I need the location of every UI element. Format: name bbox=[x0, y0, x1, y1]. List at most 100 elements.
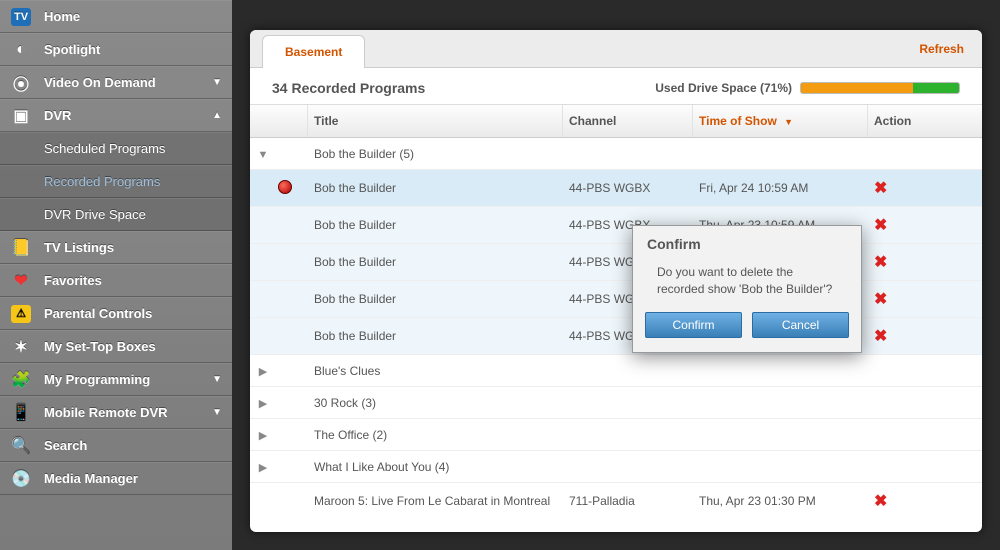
sidebar-item-search[interactable]: 🔍Search bbox=[0, 429, 232, 462]
table-row[interactable]: ▶Blue's Clues bbox=[250, 355, 982, 387]
table-body[interactable]: ▼Bob the Builder (5)Bob the Builder44-PB… bbox=[250, 138, 982, 518]
delete-button[interactable]: ✖ bbox=[874, 328, 887, 345]
row-time bbox=[693, 459, 868, 475]
delete-button[interactable]: ✖ bbox=[874, 217, 887, 234]
spotlight-icon: ◐ bbox=[10, 39, 32, 61]
col-time-label: Time of Show bbox=[699, 114, 777, 128]
drive-space-label: Used Drive Space (71%) bbox=[655, 81, 792, 95]
parental-icon: ⚠ bbox=[10, 303, 32, 325]
sidebar-item-mobile-remote-dvr[interactable]: 📱Mobile Remote DVR▼ bbox=[0, 396, 232, 429]
sidebar-item-home[interactable]: TV Home bbox=[0, 0, 232, 33]
sidebar-item-label: Media Manager bbox=[44, 471, 138, 486]
sidebar-item-label: TV Listings bbox=[44, 240, 114, 255]
table-row[interactable]: Maroon 5: Live From Le Cabarat in Montre… bbox=[250, 483, 982, 518]
sidebar-item-label: Spotlight bbox=[44, 42, 100, 57]
table-row[interactable]: ▼Bob the Builder (5) bbox=[250, 138, 982, 170]
expand-toggle[interactable]: ▶ bbox=[250, 452, 308, 482]
row-channel bbox=[563, 459, 693, 475]
row-action: ✖ bbox=[868, 281, 938, 317]
row-indicator bbox=[250, 284, 308, 314]
expand-toggle[interactable]: ▶ bbox=[250, 420, 308, 450]
col-title[interactable]: Title bbox=[308, 105, 563, 137]
table-row[interactable]: Bob the Builder44-PBS WGBXWed, Apr 22 10… bbox=[250, 244, 982, 281]
sidebar-item-favorites[interactable]: ❤Favorites bbox=[0, 264, 232, 297]
row-title: Bob the Builder bbox=[308, 321, 563, 351]
row-action bbox=[868, 427, 938, 443]
row-channel bbox=[563, 427, 693, 443]
sidebar-item-label: Video On Demand bbox=[44, 75, 156, 90]
expand-toggle[interactable]: ▼ bbox=[250, 139, 308, 169]
row-channel bbox=[563, 395, 693, 411]
row-channel bbox=[563, 146, 693, 162]
refresh-link[interactable]: Refresh bbox=[919, 42, 964, 56]
row-title: Bob the Builder bbox=[308, 247, 563, 277]
row-action: ✖ bbox=[868, 318, 938, 354]
expand-toggle[interactable]: ▶ bbox=[250, 388, 308, 418]
panel: Basement Refresh 34 Recorded Programs Us… bbox=[250, 30, 982, 532]
delete-button[interactable]: ✖ bbox=[874, 291, 887, 308]
sidebar-subitem-scheduled-programs[interactable]: Scheduled Programs bbox=[0, 132, 232, 165]
table-row[interactable]: Bob the Builder44-PBS WGBXMon, Apr 20 10… bbox=[250, 318, 982, 355]
row-indicator bbox=[250, 172, 308, 205]
delete-button[interactable]: ✖ bbox=[874, 180, 887, 197]
cancel-button[interactable]: Cancel bbox=[752, 312, 849, 338]
content-area: Basement Refresh 34 Recorded Programs Us… bbox=[232, 0, 1000, 550]
row-title: Maroon 5: Live From Le Cabarat in Montre… bbox=[308, 486, 563, 516]
row-title: Blue's Clues bbox=[308, 356, 563, 386]
sidebar: TVHome◐Spotlight⦿Video On Demand▼▣DVR▲Sc… bbox=[0, 0, 232, 550]
table-row[interactable]: ▶The Office (2) bbox=[250, 419, 982, 451]
row-indicator bbox=[250, 247, 308, 277]
sidebar-item-my-set-top-boxes[interactable]: ✶ My Set-Top Boxes bbox=[0, 330, 232, 363]
delete-button[interactable]: ✖ bbox=[874, 493, 887, 510]
row-time bbox=[693, 427, 868, 443]
expand-toggle[interactable]: ▶ bbox=[250, 356, 308, 386]
col-channel[interactable]: Channel bbox=[563, 105, 693, 137]
row-action bbox=[868, 363, 938, 379]
row-time bbox=[693, 395, 868, 411]
table-row[interactable]: Bob the Builder44-PBS WGBXThu, Apr 23 10… bbox=[250, 207, 982, 244]
sidebar-item-label: My Set-Top Boxes bbox=[44, 339, 156, 354]
summary-bar: 34 Recorded Programs Used Drive Space (7… bbox=[250, 68, 982, 104]
sidebar-subitem-dvr-drive-space[interactable]: DVR Drive Space bbox=[0, 198, 232, 231]
sidebar-item-tv-listings[interactable]: 📒TV Listings bbox=[0, 231, 232, 264]
row-channel bbox=[563, 363, 693, 379]
stb-icon: ✶ bbox=[10, 336, 32, 358]
sidebar-item-parental-controls[interactable]: ⚠Parental Controls bbox=[0, 297, 232, 330]
table-row[interactable]: ▶What I Like About You (4) bbox=[250, 451, 982, 483]
row-channel: 711-Palladia bbox=[563, 486, 693, 516]
sidebar-item-spotlight[interactable]: ◐ Spotlight bbox=[0, 33, 232, 66]
recorded-count: 34 Recorded Programs bbox=[272, 80, 425, 96]
tv-icon: TV bbox=[10, 6, 32, 28]
confirm-dialog: Confirm Do you want to delete the record… bbox=[632, 225, 862, 353]
sidebar-item-dvr[interactable]: ▣DVR▲ bbox=[0, 99, 232, 132]
table-row[interactable]: ▶30 Rock (3) bbox=[250, 387, 982, 419]
row-title: Bob the Builder bbox=[308, 284, 563, 314]
table-row[interactable]: Bob the Builder44-PBS WGBXFri, Apr 24 10… bbox=[250, 170, 982, 207]
delete-button[interactable]: ✖ bbox=[874, 254, 887, 271]
drive-space-used bbox=[801, 83, 913, 93]
confirm-button[interactable]: Confirm bbox=[645, 312, 742, 338]
expand-toggle bbox=[250, 486, 308, 516]
row-indicator bbox=[250, 210, 308, 240]
tab-basement[interactable]: Basement bbox=[262, 35, 365, 68]
sidebar-subitem-recorded-programs[interactable]: Recorded Programs bbox=[0, 165, 232, 198]
col-time[interactable]: Time of Show ▼ bbox=[693, 105, 868, 137]
chevron-down-icon: ▼ bbox=[212, 374, 222, 385]
row-time: Thu, Apr 23 01:30 PM bbox=[693, 486, 868, 516]
sidebar-item-media-manager[interactable]: 💿Media Manager bbox=[0, 462, 232, 495]
col-action[interactable]: Action bbox=[868, 105, 938, 137]
sidebar-item-my-programming[interactable]: 🧩My Programming▼ bbox=[0, 363, 232, 396]
search-icon: 🔍 bbox=[10, 435, 32, 457]
row-action bbox=[868, 146, 938, 162]
chevron-down-icon: ▼ bbox=[212, 77, 222, 88]
row-action: ✖ bbox=[868, 207, 938, 243]
row-action bbox=[868, 395, 938, 411]
table-row[interactable]: Bob the Builder44-PBS WGBXTue, Apr 21 10… bbox=[250, 281, 982, 318]
row-title: What I Like About You (4) bbox=[308, 452, 563, 482]
row-channel: 44-PBS WGBX bbox=[563, 173, 693, 203]
sidebar-item-label: Home bbox=[44, 9, 80, 24]
sidebar-item-video-on-demand[interactable]: ⦿Video On Demand▼ bbox=[0, 66, 232, 99]
row-title: Bob the Builder bbox=[308, 210, 563, 240]
chevron-up-icon: ▲ bbox=[212, 110, 222, 121]
sidebar-item-label: DVR bbox=[44, 108, 71, 123]
